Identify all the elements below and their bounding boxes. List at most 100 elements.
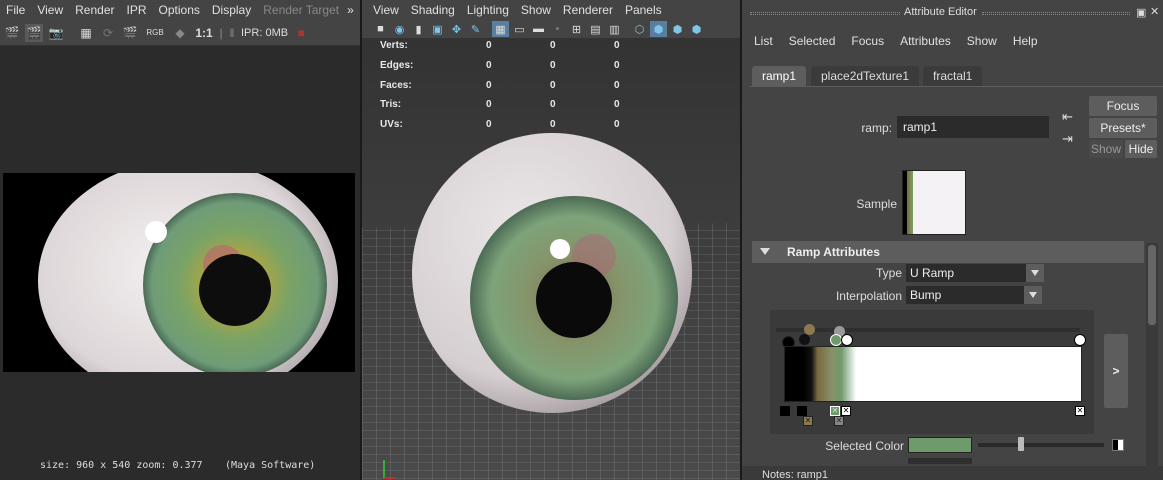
stop-ipr-icon[interactable]: ■ <box>292 24 310 42</box>
delete-handle-icon[interactable]: ✕ <box>803 416 813 426</box>
refresh-ipr-icon[interactable]: ⟳ <box>99 24 117 42</box>
delete-handle-black[interactable] <box>780 406 790 416</box>
delete-handle-icon[interactable]: ✕ <box>830 406 840 416</box>
delete-handle-icon[interactable]: ✕ <box>1075 406 1085 416</box>
resolution-gate-icon[interactable]: ▬ <box>530 21 547 37</box>
gate-mask-icon[interactable]: ▪ <box>549 21 566 37</box>
rendered-eye-image <box>3 173 355 372</box>
stat-label: Edges: <box>380 60 414 71</box>
menu-file[interactable]: File <box>0 3 31 17</box>
image-plane-icon[interactable]: ▣ <box>429 21 446 37</box>
vp-menu-shading[interactable]: Shading <box>405 3 461 17</box>
color-value-slider[interactable] <box>978 443 1104 447</box>
menu-ipr[interactable]: IPR <box>121 3 153 17</box>
render-settings-icon[interactable]: 🎬 <box>121 24 139 42</box>
delete-handle-dark[interactable] <box>797 406 807 416</box>
section-title: Ramp Attributes <box>787 245 880 259</box>
render-status-renderer: (Maya Software) <box>225 460 316 471</box>
wireframe-on-shaded-icon[interactable]: ⬢ <box>669 21 686 37</box>
scrollbar-thumb[interactable] <box>1148 245 1156 325</box>
vp-menu-view[interactable]: View <box>367 3 405 17</box>
smooth-shade-icon[interactable]: ⬢ <box>650 21 667 37</box>
menu-overflow[interactable]: » <box>345 3 356 17</box>
divider-icon: | <box>219 25 223 40</box>
ramp-editor[interactable]: ✕ ✕ ✕ ✕ ✕ <box>770 310 1094 434</box>
notes-bar[interactable]: Notes: ramp1 <box>742 466 1163 480</box>
tab-fractal1[interactable]: fractal1 <box>923 66 983 86</box>
safe-action-icon[interactable]: ▤ <box>587 21 604 37</box>
selected-color-swatch[interactable] <box>908 437 972 453</box>
menu-options[interactable]: Options <box>153 3 206 17</box>
ratio-button[interactable]: 1:1 <box>193 24 215 42</box>
render-region-icon[interactable]: 🎬 <box>25 23 43 42</box>
collapse-arrow-icon[interactable] <box>760 248 770 255</box>
ramp-expand-button[interactable]: > <box>1104 334 1128 408</box>
drag-handle[interactable] <box>750 12 900 15</box>
delete-handle-icon[interactable]: ✕ <box>841 406 851 416</box>
render-view-toolbar: 🎬 🎬 📷 ▦ ⟳ 🎬 RGB ◆ 1:1 | ‖ IPR: 0MB ■ <box>0 20 360 46</box>
color-handle-white[interactable] <box>841 334 853 346</box>
vp-menu-renderer[interactable]: Renderer <box>557 3 619 17</box>
camera-attributes-icon[interactable]: ◉ <box>391 21 408 37</box>
next-attribute-field[interactable] <box>908 458 972 464</box>
notes-label: Notes: ramp1 <box>762 469 829 480</box>
grease-pencil-icon[interactable]: ✎ <box>467 21 484 37</box>
interpolation-dropdown[interactable]: Bump <box>906 286 1024 304</box>
node-name-input[interactable]: ramp1 <box>897 116 1049 138</box>
stat-value: 0 <box>486 60 492 71</box>
menu-display[interactable]: Display <box>206 3 257 17</box>
menu-render-target[interactable]: Render Target <box>257 3 345 17</box>
color-handle-dark[interactable] <box>799 334 810 345</box>
close-icon[interactable]: ✕ <box>1150 5 1159 18</box>
safe-title-icon[interactable]: ▥ <box>606 21 623 37</box>
ae-menu-show[interactable]: Show <box>959 34 1005 48</box>
ae-menu-focus[interactable]: Focus <box>843 34 892 48</box>
grid-icon[interactable]: ▦ <box>492 21 509 37</box>
ramp-gradient-preview[interactable] <box>784 346 1082 402</box>
slider-handle[interactable] <box>1018 437 1024 451</box>
vp-menu-lighting[interactable]: Lighting <box>461 3 515 17</box>
two-d-pan-icon[interactable]: ✥ <box>448 21 465 37</box>
film-gate-icon[interactable]: ▭ <box>511 21 528 37</box>
ramp-attributes-header[interactable]: Ramp Attributes <box>752 241 1144 263</box>
focus-button[interactable]: Focus <box>1089 96 1157 116</box>
float-icon[interactable]: ▣ <box>1136 6 1146 19</box>
textured-icon[interactable]: ⬢ <box>688 21 705 37</box>
tab-ramp1[interactable]: ramp1 <box>752 66 807 86</box>
ae-menu-help[interactable]: Help <box>1005 34 1046 48</box>
delete-handle-icon[interactable]: ✕ <box>834 416 844 426</box>
scrollbar-track[interactable] <box>1146 243 1158 480</box>
field-chart-icon[interactable]: ⊞ <box>568 21 585 37</box>
hide-button[interactable]: Hide <box>1125 140 1157 158</box>
vp-menu-show[interactable]: Show <box>515 3 557 17</box>
ae-menu-selected[interactable]: Selected <box>781 34 844 48</box>
color-handle-white-end[interactable] <box>1074 334 1086 346</box>
sample-label: Sample <box>856 197 897 211</box>
bookmark-icon[interactable]: ▮ <box>410 21 427 37</box>
drag-handle[interactable] <box>982 12 1130 15</box>
ae-title-bar[interactable]: Attribute Editor ▣ ✕ <box>742 5 1163 21</box>
chevron-down-icon[interactable] <box>1026 264 1044 282</box>
presets-button[interactable]: Presets* <box>1089 118 1157 138</box>
ae-menu-list[interactable]: List <box>746 34 781 48</box>
type-dropdown[interactable]: U Ramp <box>906 264 1026 282</box>
select-camera-icon[interactable]: ■ <box>372 21 389 37</box>
menu-view[interactable]: View <box>31 3 69 17</box>
color-picker-icon[interactable] <box>1112 439 1124 451</box>
render-frame-icon[interactable]: 🎬 <box>3 24 21 42</box>
wireframe-icon[interactable]: ⬡ <box>631 21 648 37</box>
show-button[interactable]: Show <box>1089 140 1123 158</box>
input-connection-icon[interactable]: ⇤ <box>1062 109 1073 125</box>
pause-ipr-icon[interactable]: ‖ <box>227 24 237 42</box>
menu-render[interactable]: Render <box>69 3 120 17</box>
ipr-render-icon[interactable]: ▦ <box>77 24 95 42</box>
interpolation-label: Interpolation <box>835 289 902 303</box>
alpha-channel-icon[interactable]: ◆ <box>171 24 189 42</box>
output-connection-icon[interactable]: ⇥ <box>1062 131 1073 147</box>
ae-menu-attributes[interactable]: Attributes <box>892 34 959 48</box>
chevron-down-icon[interactable] <box>1024 286 1042 304</box>
rgb-channel-icon[interactable]: RGB <box>143 24 167 42</box>
vp-menu-panels[interactable]: Panels <box>619 3 668 17</box>
snapshot-icon[interactable]: 📷 <box>47 24 65 42</box>
tab-place2dtexture1[interactable]: place2dTexture1 <box>811 66 920 86</box>
